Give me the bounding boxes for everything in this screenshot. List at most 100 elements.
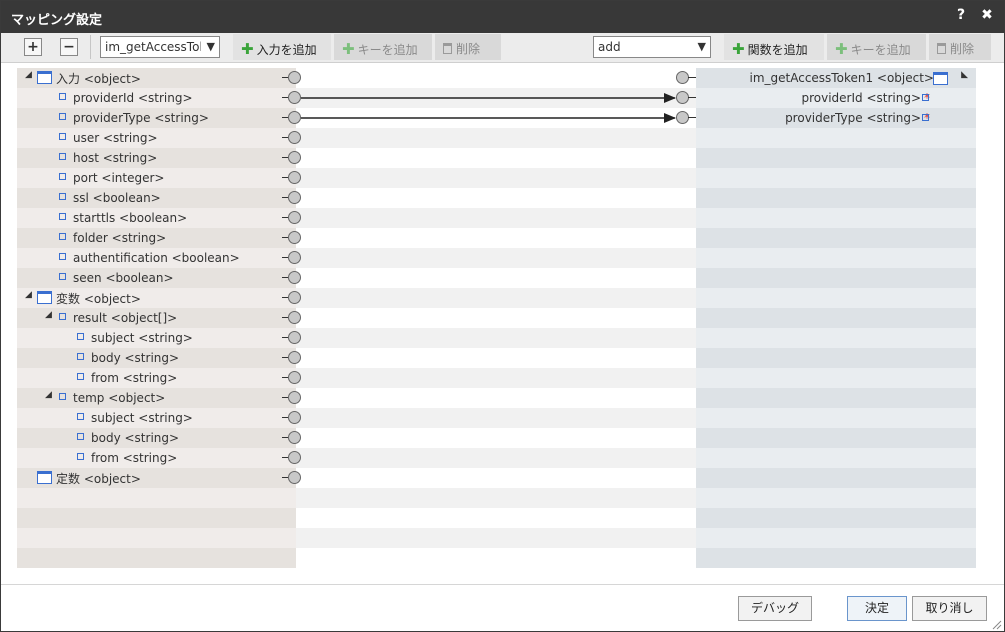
source-connector[interactable] bbox=[288, 271, 301, 284]
connector-stub bbox=[282, 297, 288, 298]
source-connector[interactable] bbox=[288, 91, 301, 104]
source-connector[interactable] bbox=[288, 71, 301, 84]
source-node-label: temp <object> bbox=[73, 391, 166, 405]
expand-toggle-icon[interactable]: ◢ bbox=[45, 390, 52, 400]
collapse-all-button[interactable]: − bbox=[60, 38, 78, 56]
source-connector[interactable] bbox=[288, 471, 301, 484]
target-cell: providerType <string> * bbox=[696, 108, 976, 128]
source-node[interactable]: temp <object> bbox=[59, 391, 165, 405]
field-icon bbox=[59, 173, 66, 180]
target-node[interactable]: im_getAccessToken1 <object> bbox=[750, 71, 935, 85]
source-node[interactable]: 定数 <object> bbox=[37, 471, 141, 486]
title-bar: マッピング設定 ? ✖ bbox=[1, 1, 1004, 33]
source-node-label: from <string> bbox=[91, 371, 178, 385]
source-connector[interactable] bbox=[288, 451, 301, 464]
field-icon bbox=[59, 153, 66, 160]
source-node[interactable]: from <string> bbox=[77, 451, 177, 465]
connector-stub bbox=[282, 77, 288, 78]
source-node[interactable]: folder <string> bbox=[59, 231, 166, 245]
delete-left-button[interactable]: 削除 bbox=[435, 34, 501, 60]
tree-row: ◢ 変数 <object> bbox=[17, 288, 976, 308]
source-node-label: 変数 <object> bbox=[56, 292, 141, 306]
source-select[interactable]: im_getAccessTok ▼ bbox=[100, 36, 220, 58]
mapping-cell bbox=[282, 188, 696, 208]
source-node[interactable]: body <string> bbox=[77, 351, 179, 365]
source-node[interactable]: host <string> bbox=[59, 151, 157, 165]
tree-row: providerId <string> providerId <string> * bbox=[17, 88, 976, 108]
source-node[interactable]: providerId <string> bbox=[59, 91, 193, 105]
expand-toggle-icon[interactable]: ◢ bbox=[25, 70, 32, 80]
target-cell bbox=[696, 328, 976, 348]
source-node[interactable]: 変数 <object> bbox=[37, 291, 141, 306]
target-cell: im_getAccessToken1 <object> ◣ bbox=[696, 68, 976, 88]
help-button[interactable]: ? bbox=[952, 7, 970, 25]
source-connector[interactable] bbox=[288, 431, 301, 444]
source-node[interactable]: seen <boolean> bbox=[59, 271, 174, 285]
source-cell: subject <string> bbox=[17, 408, 296, 428]
source-node[interactable]: subject <string> bbox=[77, 411, 193, 425]
function-select-value: add bbox=[598, 40, 621, 54]
connector-stub bbox=[282, 277, 288, 278]
tree-row: 定数 <object> bbox=[17, 468, 976, 488]
collapse-toggle-icon[interactable]: ◣ bbox=[961, 70, 968, 80]
source-node-label: seen <boolean> bbox=[73, 271, 174, 285]
target-node[interactable]: providerId <string> * bbox=[801, 91, 930, 105]
source-node[interactable]: body <string> bbox=[77, 431, 179, 445]
source-cell: ◢ result <object[]> bbox=[17, 308, 296, 328]
cancel-button[interactable]: 取り消し bbox=[912, 596, 987, 621]
source-connector[interactable] bbox=[288, 331, 301, 344]
source-node[interactable]: authentification <boolean> bbox=[59, 251, 240, 265]
add-key-left-button[interactable]: ✚ キーを追加 bbox=[334, 34, 432, 60]
plus-icon: ✚ bbox=[342, 40, 355, 58]
source-node[interactable]: user <string> bbox=[59, 131, 158, 145]
source-connector[interactable] bbox=[288, 131, 301, 144]
connector-stub bbox=[282, 97, 288, 98]
field-icon bbox=[922, 94, 929, 101]
function-select[interactable]: add ▼ bbox=[593, 36, 711, 58]
target-cell bbox=[696, 368, 976, 388]
add-key-right-button[interactable]: ✚ キーを追加 bbox=[827, 34, 926, 60]
resize-grip-icon[interactable] bbox=[992, 620, 1002, 630]
source-cell: starttls <boolean> bbox=[17, 208, 296, 228]
expand-toggle-icon[interactable]: ◢ bbox=[25, 290, 32, 300]
source-node[interactable]: subject <string> bbox=[77, 331, 193, 345]
debug-button[interactable]: デバッグ bbox=[738, 596, 812, 621]
field-icon bbox=[77, 353, 84, 360]
source-connector[interactable] bbox=[288, 191, 301, 204]
source-node[interactable]: 入力 <object> bbox=[37, 71, 141, 86]
source-connector[interactable] bbox=[288, 231, 301, 244]
close-button[interactable]: ✖ bbox=[978, 7, 996, 25]
source-cell: providerType <string> bbox=[17, 108, 296, 128]
expand-all-button[interactable]: + bbox=[24, 38, 42, 56]
source-connector[interactable] bbox=[288, 391, 301, 404]
source-cell: providerId <string> bbox=[17, 88, 296, 108]
source-connector[interactable] bbox=[288, 171, 301, 184]
mapping-cell bbox=[282, 368, 696, 388]
source-node[interactable]: starttls <boolean> bbox=[59, 211, 187, 225]
source-node[interactable]: providerType <string> bbox=[59, 111, 209, 125]
target-cell bbox=[696, 488, 976, 508]
source-connector[interactable] bbox=[288, 251, 301, 264]
source-node[interactable]: port <integer> bbox=[59, 171, 164, 185]
source-connector[interactable] bbox=[288, 351, 301, 364]
ok-button[interactable]: 決定 bbox=[847, 596, 907, 621]
connector-stub bbox=[282, 257, 288, 258]
connector-stub bbox=[282, 477, 288, 478]
source-connector[interactable] bbox=[288, 311, 301, 324]
source-node[interactable]: from <string> bbox=[77, 371, 177, 385]
delete-right-button[interactable]: 削除 bbox=[929, 34, 991, 60]
source-connector[interactable] bbox=[288, 291, 301, 304]
tree-row: body <string> bbox=[17, 348, 976, 368]
source-node[interactable]: result <object[]> bbox=[59, 311, 177, 325]
source-connector[interactable] bbox=[288, 111, 301, 124]
expand-toggle-icon[interactable]: ◢ bbox=[45, 310, 52, 320]
connector-stub bbox=[282, 177, 288, 178]
source-connector[interactable] bbox=[288, 151, 301, 164]
target-node[interactable]: providerType <string> * bbox=[785, 111, 930, 125]
add-function-button[interactable]: ✚ 関数を追加 bbox=[724, 34, 824, 60]
source-connector[interactable] bbox=[288, 211, 301, 224]
source-connector[interactable] bbox=[288, 371, 301, 384]
source-node[interactable]: ssl <boolean> bbox=[59, 191, 161, 205]
source-connector[interactable] bbox=[288, 411, 301, 424]
add-input-button[interactable]: ✚ 入力を追加 bbox=[233, 34, 331, 60]
